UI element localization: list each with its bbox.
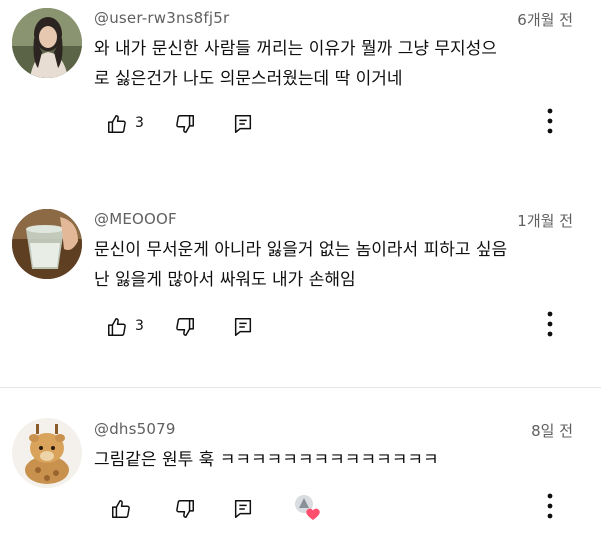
comment-actions — [106, 493, 586, 524]
thumbs-up-icon[interactable] — [106, 316, 128, 338]
thumbs-down-icon[interactable] — [174, 316, 196, 338]
comment-timestamp: 8일 전 — [531, 422, 573, 440]
comment-item: @user-rw3ns8fj5r 6개월 전 와 내가 문신한 사람들 꺼리는 … — [0, 0, 601, 180]
comment-text: 와 내가 문신한 사람들 꺼리는 이유가 뭘까 그냥 무지성으 로 싫은건가 나… — [94, 39, 497, 89]
comment-actions: 3 — [106, 311, 586, 342]
comment-text: 문신이 무서운게 아니라 잃을거 없는 놈이라서 피하고 싶음 난 잃을게 많아… — [94, 240, 508, 290]
comment-timestamp: 6개월 전 — [517, 11, 573, 29]
comment-timestamp: 1개월 전 — [517, 212, 573, 230]
comment-author[interactable]: @dhs5079 — [94, 420, 176, 438]
creator-heart-icon — [292, 492, 322, 522]
thumbs-down-icon[interactable] — [174, 113, 196, 135]
comment-author[interactable]: @user-rw3ns8fj5r — [94, 9, 229, 27]
avatar[interactable] — [12, 8, 82, 78]
thumbs-up-icon[interactable] — [110, 498, 132, 520]
comment-text: 그림같은 원투 훅 ㅋㅋㅋㅋㅋㅋㅋㅋㅋㅋㅋㅋㅋㅋ — [94, 450, 439, 470]
like-count: 3 — [135, 318, 144, 334]
avatar[interactable] — [12, 209, 82, 279]
thumbs-up-icon[interactable] — [106, 113, 128, 135]
reply-comment-icon[interactable] — [232, 113, 254, 135]
divider — [0, 387, 601, 388]
comment-actions: 3 — [106, 108, 586, 139]
comment-item: @dhs5079 8일 전 그림같은 원투 훅 ㅋㅋㅋㅋㅋㅋㅋㅋㅋㅋㅋㅋㅋㅋ — [0, 400, 601, 533]
comment-author[interactable]: @MEOOOF — [94, 210, 177, 228]
reply-comment-icon[interactable] — [232, 498, 254, 520]
reply-comment-icon[interactable] — [232, 316, 254, 338]
comment-item: @MEOOOF 1개월 전 문신이 무서운게 아니라 잃을거 없는 놈이라서 피… — [0, 200, 601, 380]
thumbs-down-icon[interactable] — [174, 498, 196, 520]
more-vertical-icon[interactable] — [546, 310, 554, 338]
like-count: 3 — [135, 115, 144, 131]
avatar[interactable] — [12, 418, 82, 488]
more-vertical-icon[interactable] — [546, 107, 554, 135]
more-vertical-icon[interactable] — [546, 492, 554, 520]
